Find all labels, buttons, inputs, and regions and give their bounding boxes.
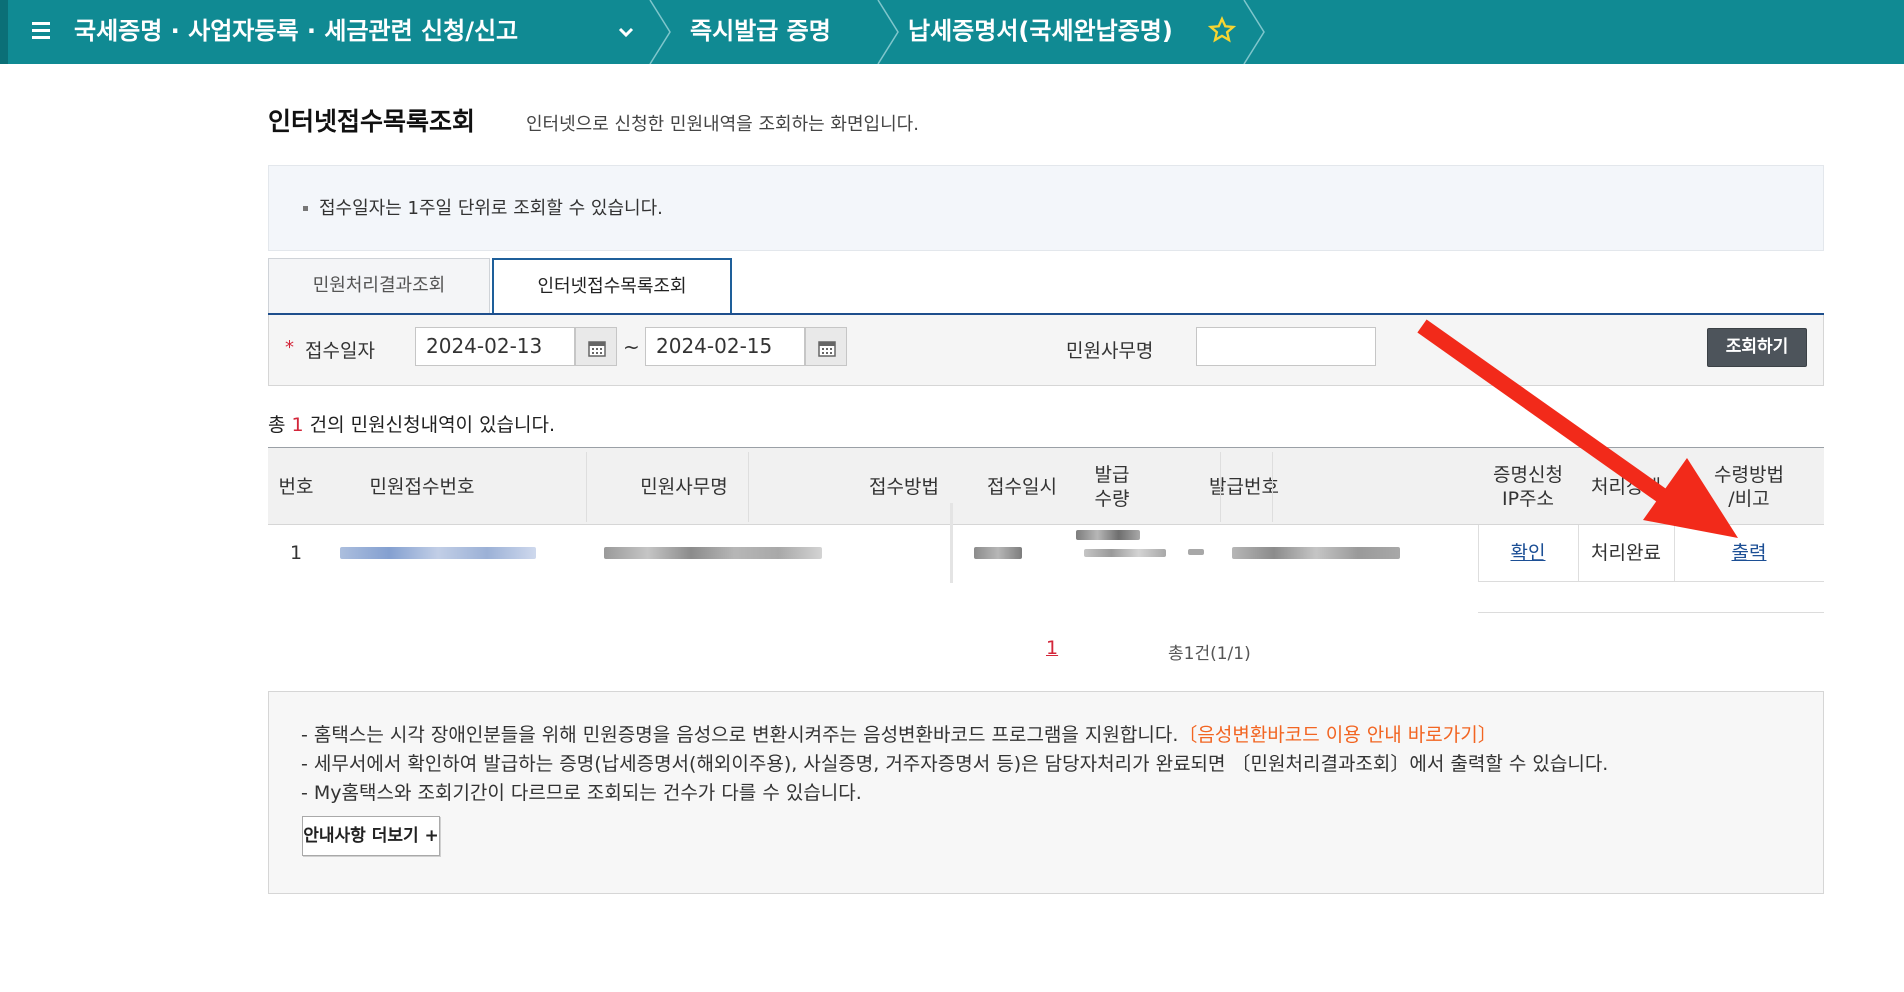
- breadcrumb-category[interactable]: 국세증명 · 사업자등록 · 세금관련 신청/신고: [74, 0, 518, 64]
- result-count-number: 1: [291, 414, 304, 436]
- breadcrumb-separator: [649, 0, 671, 64]
- date-range-separator: ~: [623, 335, 640, 359]
- calendar-icon: [818, 341, 836, 357]
- print-cell: 출력: [1674, 525, 1824, 581]
- bullet-icon: [303, 206, 308, 211]
- redacted-quantity: [1188, 549, 1204, 555]
- col-header-receive-method: 수령방법 /비고: [1714, 464, 1784, 510]
- notice-text: 접수일자는 1주일 단위로 조회할 수 있습니다.: [319, 198, 663, 219]
- redacted-office-name: [604, 547, 822, 559]
- chevron-down-icon[interactable]: [616, 22, 636, 42]
- top-navigation-bar: 국세증명 · 사업자등록 · 세금관련 신청/신고 즉시발급 증명 납세증명서(…: [0, 0, 1904, 64]
- redacted-method: [974, 547, 1022, 559]
- col-header-issue-no: 발급번호: [1209, 476, 1279, 498]
- table-row: 1 확인 처리완료 출력: [268, 503, 1824, 583]
- calendar-button-from[interactable]: [575, 327, 617, 366]
- notice-box: 접수일자는 1주일 단위로 조회할 수 있습니다.: [268, 165, 1824, 251]
- date-from-input[interactable]: 2024-02-13: [415, 327, 575, 366]
- col-header-no: 번호: [278, 476, 314, 498]
- col-header-method: 접수방법: [869, 476, 939, 498]
- page-description: 인터넷으로 신청한 민원내역을 조회하는 화면입니다.: [526, 114, 919, 135]
- calendar-button-to[interactable]: [805, 327, 847, 366]
- topbar-accent: [0, 0, 8, 64]
- col-header-ip: 증명신청 IP주소: [1493, 464, 1563, 510]
- more-info-button[interactable]: 안내사항 더보기 +: [302, 816, 440, 856]
- tab-internet-receipt-list[interactable]: 인터넷접수목록조회: [492, 258, 732, 316]
- pagination-current-page[interactable]: 1: [1046, 637, 1058, 659]
- pagination-total: 총1건(1/1): [1168, 644, 1251, 664]
- redacted-issue-no: [1232, 547, 1400, 559]
- row-bottom-border: [1478, 581, 1824, 582]
- redacted-datetime-2: [1084, 549, 1166, 557]
- cell-status: 처리완료: [1591, 542, 1661, 564]
- cell-no: 1: [289, 542, 303, 564]
- col-header-quantity: 발급 수량: [1094, 464, 1130, 510]
- row-divider: [950, 503, 953, 583]
- ip-confirm-cell: 확인: [1478, 525, 1578, 581]
- breadcrumb-current-page[interactable]: 납세증명서(국세완납증명): [908, 0, 1173, 64]
- print-link[interactable]: 출력: [1732, 542, 1767, 564]
- receipt-date-label: 접수일자: [305, 340, 375, 362]
- col-header-receipt-no: 민원접수번호: [369, 476, 475, 498]
- breadcrumb-subcategory[interactable]: 즉시발급 증명: [690, 0, 831, 64]
- tab-result-inquiry[interactable]: 민원처리결과조회: [268, 258, 490, 314]
- table-header: 번호 민원접수번호 민원사무명 접수방법 접수일시 발급 수량 발급번호 증명신…: [268, 447, 1824, 525]
- ip-confirm-link[interactable]: 확인: [1511, 542, 1546, 564]
- info-line-2: - 세무서에서 확인하여 발급하는 증명(납세증명서(해외이주용), 사실증명,…: [301, 753, 1609, 775]
- office-name-label: 민원사무명: [1066, 340, 1154, 362]
- redacted-receipt-no[interactable]: [340, 547, 536, 559]
- header-divider: [748, 452, 749, 522]
- date-to-input[interactable]: 2024-02-15: [645, 327, 805, 366]
- office-name-input[interactable]: [1196, 327, 1376, 366]
- barcode-guide-link[interactable]: 〔음성변환바코드 이용 안내 바로가기〕: [1178, 724, 1496, 746]
- header-divider: [1220, 452, 1221, 522]
- info-box: - 홈택스는 시각 장애인분들을 위해 민원증명을 음성으로 변환시켜주는 음성…: [268, 691, 1824, 894]
- col-header-datetime: 접수일시: [987, 476, 1057, 498]
- col-header-office-name: 민원사무명: [640, 476, 728, 498]
- header-divider: [586, 452, 587, 522]
- calendar-icon: [588, 341, 606, 357]
- hamburger-icon[interactable]: [32, 22, 50, 40]
- star-outline-icon[interactable]: [1208, 16, 1236, 44]
- page-title: 인터넷접수목록조회: [268, 107, 476, 136]
- col-header-status: 처리상태: [1591, 476, 1661, 498]
- redacted-datetime: [1076, 530, 1140, 540]
- result-count: 총 1 건의 민원신청내역이 있습니다.: [268, 410, 555, 437]
- breadcrumb-separator: [877, 0, 899, 64]
- search-button[interactable]: 조회하기: [1707, 328, 1807, 367]
- required-mark: *: [285, 337, 294, 358]
- breadcrumb-separator: [1243, 0, 1265, 64]
- result-count-suffix: 건의 민원신청내역이 있습니다.: [309, 414, 556, 436]
- result-count-prefix: 총: [268, 414, 286, 436]
- search-panel: * 접수일자 2024-02-13 ~ 2024-02-15 민원사무명 조회하…: [268, 315, 1824, 386]
- table-bottom-border: [1478, 612, 1824, 613]
- header-divider: [1272, 452, 1273, 522]
- info-line-3: - My홈택스와 조회기간이 다르므로 조회되는 건수가 다를 수 있습니다.: [301, 782, 862, 804]
- info-line-1: - 홈택스는 시각 장애인분들을 위해 민원증명을 음성으로 변환시켜주는 음성…: [301, 720, 1497, 747]
- info-line-1-text: - 홈택스는 시각 장애인분들을 위해 민원증명을 음성으로 변환시켜주는 음성…: [301, 724, 1179, 746]
